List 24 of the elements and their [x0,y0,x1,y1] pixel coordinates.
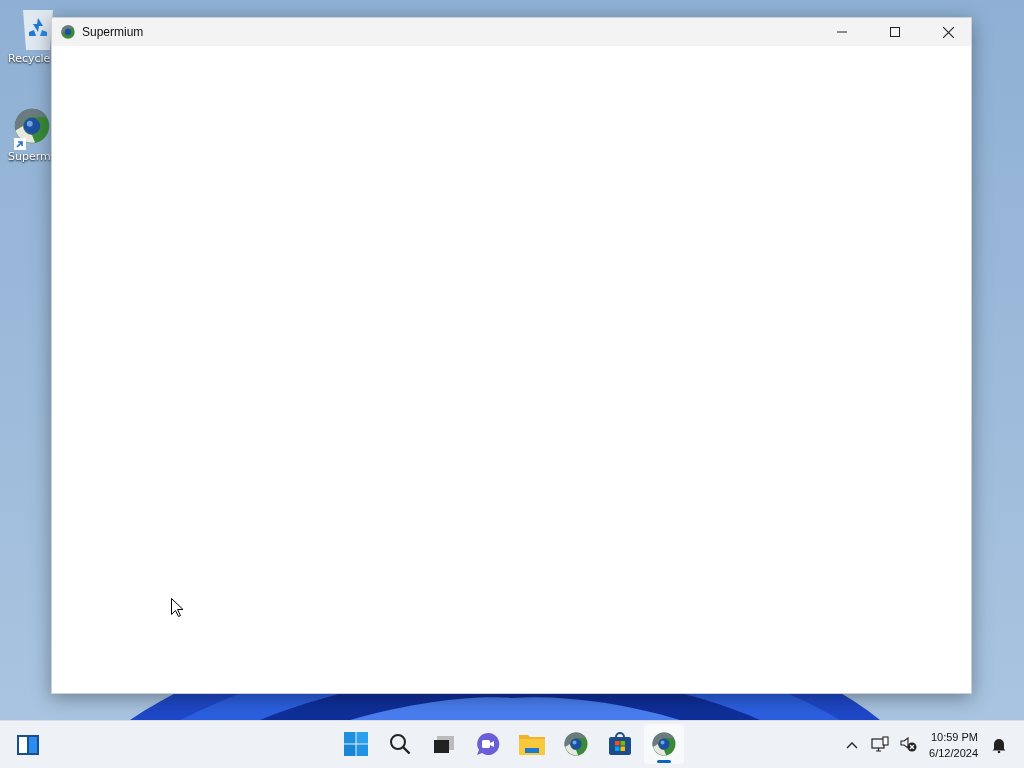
windows-logo-icon [344,732,368,756]
browser-icon [652,732,676,756]
store-icon [608,732,632,756]
browser-icon[interactable] [14,108,50,144]
mouse-cursor-icon [171,598,183,617]
clock-button[interactable]: 10:59 PM 6/12/2024 [923,724,984,765]
search-icon [389,733,411,755]
desktop-icon-label[interactable]: Superm [6,150,51,163]
browser-icon [61,25,75,39]
browser-icon [564,732,588,756]
chat-icon [476,732,500,756]
folder-icon [519,733,545,755]
maximize-icon [890,27,900,37]
taskbar-app-button[interactable] [644,724,684,764]
task-view-icon [433,734,455,754]
close-icon [942,26,954,38]
bell-icon [991,736,1007,753]
running-indicator [657,760,671,763]
speaker-muted-icon [899,737,917,752]
chevron-up-icon [846,740,859,749]
desktop-icon-label[interactable]: Recycle [6,52,51,65]
window-title: Supermium [82,25,144,39]
widgets-icon [16,733,40,756]
monitor-icon [871,736,890,753]
